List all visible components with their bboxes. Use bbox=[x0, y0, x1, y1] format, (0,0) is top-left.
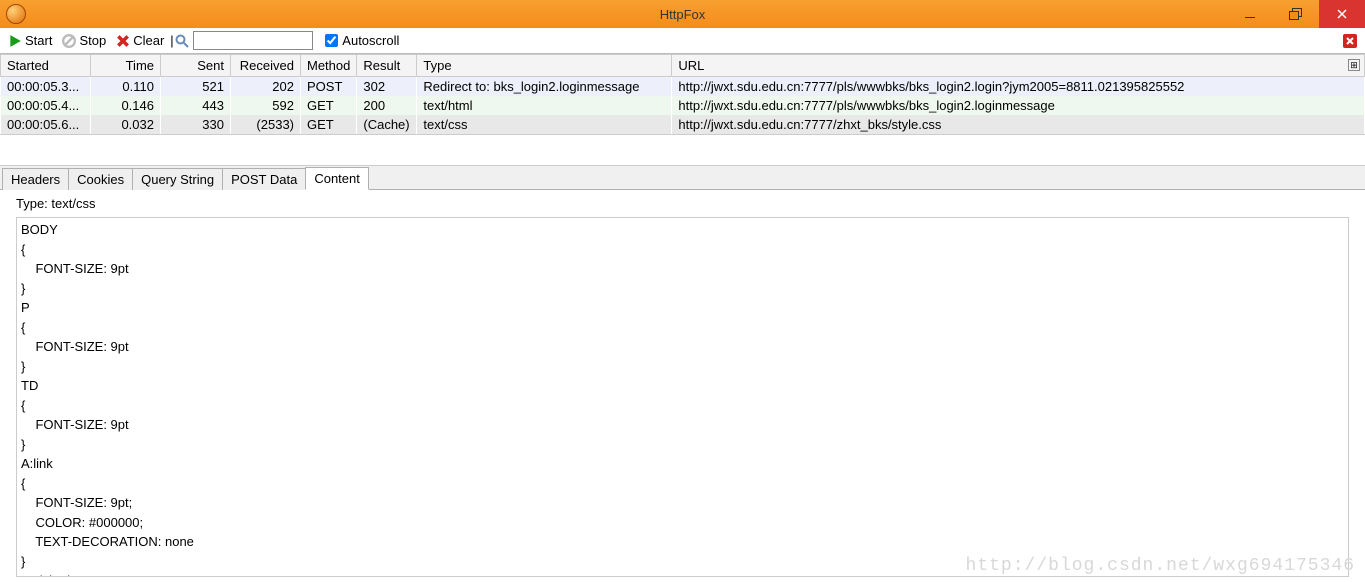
cell-sent: 521 bbox=[161, 77, 231, 97]
cell-received: 592 bbox=[231, 96, 301, 115]
cell-url: http://jwxt.sdu.edu.cn:7777/pls/wwwbks/b… bbox=[672, 96, 1365, 115]
autoscroll-checkbox[interactable]: Autoscroll bbox=[325, 33, 399, 48]
th-method[interactable]: Method bbox=[301, 55, 357, 77]
tab-query-string[interactable]: Query String bbox=[132, 168, 223, 190]
window-title: HttpFox bbox=[660, 7, 706, 22]
cell-method: GET bbox=[301, 115, 357, 134]
cell-received: (2533) bbox=[231, 115, 301, 134]
request-table: Started Time Sent Received Method Result… bbox=[0, 54, 1365, 134]
cell-started: 00:00:05.4... bbox=[1, 96, 91, 115]
maximize-button[interactable] bbox=[1273, 0, 1319, 28]
content-type-line: Type: text/css bbox=[0, 190, 1365, 217]
tab-headers[interactable]: Headers bbox=[2, 168, 69, 190]
titlebar: HttpFox bbox=[0, 0, 1365, 28]
th-time[interactable]: Time bbox=[91, 55, 161, 77]
close-icon bbox=[1343, 34, 1357, 48]
cell-url: http://jwxt.sdu.edu.cn:7777/zhxt_bks/sty… bbox=[672, 115, 1365, 134]
cell-started: 00:00:05.3... bbox=[1, 77, 91, 97]
cell-result: (Cache) bbox=[357, 115, 417, 134]
cell-method: GET bbox=[301, 96, 357, 115]
table-row[interactable]: 00:00:05.4...0.146443592GET200text/htmlh… bbox=[1, 96, 1365, 115]
clear-icon bbox=[116, 34, 130, 48]
table-gap bbox=[0, 134, 1365, 166]
cell-started: 00:00:05.6... bbox=[1, 115, 91, 134]
start-label: Start bbox=[25, 33, 52, 48]
play-icon bbox=[8, 34, 22, 48]
toolbar: Start Stop Clear | Autoscroll bbox=[0, 28, 1365, 54]
cell-time: 0.110 bbox=[91, 77, 161, 97]
toolbar-separator: | bbox=[170, 33, 173, 48]
start-button[interactable]: Start bbox=[4, 31, 56, 50]
cell-type: text/css bbox=[417, 115, 672, 134]
cell-sent: 443 bbox=[161, 96, 231, 115]
search-input[interactable] bbox=[193, 31, 313, 50]
table-row[interactable]: 00:00:05.3...0.110521202POST302Redirect … bbox=[1, 77, 1365, 97]
cell-sent: 330 bbox=[161, 115, 231, 134]
th-result[interactable]: Result bbox=[357, 55, 417, 77]
stop-button[interactable]: Stop bbox=[58, 31, 110, 50]
th-type[interactable]: Type bbox=[417, 55, 672, 77]
minimize-button[interactable] bbox=[1227, 0, 1273, 28]
tab-post-data[interactable]: POST Data bbox=[222, 168, 306, 190]
th-url[interactable]: URL⊞ bbox=[672, 55, 1365, 77]
stop-icon bbox=[62, 34, 76, 48]
cell-result: 302 bbox=[357, 77, 417, 97]
detail-tabs: HeadersCookiesQuery StringPOST DataConte… bbox=[0, 166, 1365, 190]
content-body[interactable]: BODY { FONT-SIZE: 9pt } P { FONT-SIZE: 9… bbox=[16, 217, 1349, 577]
th-received[interactable]: Received bbox=[231, 55, 301, 77]
cell-type: Redirect to: bks_login2.loginmessage bbox=[417, 77, 672, 97]
autoscroll-input[interactable] bbox=[325, 34, 338, 47]
cell-type: text/html bbox=[417, 96, 672, 115]
th-started[interactable]: Started bbox=[1, 55, 91, 77]
table-row[interactable]: 00:00:05.6...0.032330(2533)GET(Cache)tex… bbox=[1, 115, 1365, 134]
th-sent[interactable]: Sent bbox=[161, 55, 231, 77]
cell-time: 0.146 bbox=[91, 96, 161, 115]
columns-icon[interactable]: ⊞ bbox=[1348, 59, 1360, 71]
search-icon bbox=[175, 34, 189, 48]
autoscroll-label: Autoscroll bbox=[342, 33, 399, 48]
panel-close-button[interactable] bbox=[1343, 34, 1357, 48]
close-button[interactable] bbox=[1319, 0, 1365, 28]
firefox-icon bbox=[6, 4, 26, 24]
clear-label: Clear bbox=[133, 33, 164, 48]
cell-url: http://jwxt.sdu.edu.cn:7777/pls/wwwbks/b… bbox=[672, 77, 1365, 97]
clear-button[interactable]: Clear bbox=[112, 31, 168, 50]
table-header-row: Started Time Sent Received Method Result… bbox=[1, 55, 1365, 77]
cell-method: POST bbox=[301, 77, 357, 97]
cell-result: 200 bbox=[357, 96, 417, 115]
tab-content[interactable]: Content bbox=[305, 167, 369, 190]
tab-cookies[interactable]: Cookies bbox=[68, 168, 133, 190]
window-buttons bbox=[1227, 0, 1365, 28]
cell-received: 202 bbox=[231, 77, 301, 97]
cell-time: 0.032 bbox=[91, 115, 161, 134]
stop-label: Stop bbox=[79, 33, 106, 48]
